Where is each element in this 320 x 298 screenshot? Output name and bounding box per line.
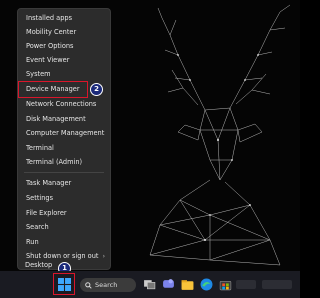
menu-item-settings[interactable]: Settings: [20, 192, 108, 205]
menu-item-system[interactable]: System: [20, 68, 108, 81]
menu-item-terminal[interactable]: Terminal: [20, 142, 108, 155]
blurred-system-tray: [262, 280, 292, 289]
menu-item-installed-apps[interactable]: Installed apps: [20, 12, 108, 25]
search-label: Search: [95, 281, 118, 289]
menu-item-search[interactable]: Search: [20, 221, 108, 234]
menu-item-terminal-admin[interactable]: Terminal (Admin): [20, 156, 108, 169]
file-explorer-icon[interactable]: [181, 278, 194, 291]
menu-item-event-viewer[interactable]: Event Viewer: [20, 54, 108, 67]
taskbar-search-box[interactable]: Search: [80, 278, 136, 292]
store-icon[interactable]: [219, 278, 232, 291]
search-icon: [85, 281, 92, 289]
step-badge-2: 2: [90, 83, 103, 96]
blurred-taskbar-item: [236, 280, 256, 289]
device-manager-highlight: [18, 81, 88, 98]
menu-item-network-connections[interactable]: Network Connections: [20, 98, 108, 111]
menu-separator: [24, 172, 104, 173]
menu-item-task-manager[interactable]: Task Manager: [20, 177, 108, 190]
taskbar: Search: [0, 271, 300, 298]
menu-item-mobility-center[interactable]: Mobility Center: [20, 26, 108, 39]
menu-item-file-explorer[interactable]: File Explorer: [20, 207, 108, 220]
task-view-icon[interactable]: [143, 278, 156, 291]
edge-icon[interactable]: [200, 278, 213, 291]
menu-item-power-options[interactable]: Power Options: [20, 40, 108, 53]
menu-item-run[interactable]: Run: [20, 236, 108, 249]
chat-icon[interactable]: [162, 278, 175, 291]
windows-start-icon[interactable]: [58, 278, 71, 291]
menu-item-computer-management[interactable]: Computer Management: [20, 127, 108, 140]
desktop: Installed apps Mobility Center Power Opt…: [0, 0, 300, 298]
winx-power-menu: Installed apps Mobility Center Power Opt…: [17, 8, 111, 270]
menu-item-disk-management[interactable]: Disk Management: [20, 113, 108, 126]
